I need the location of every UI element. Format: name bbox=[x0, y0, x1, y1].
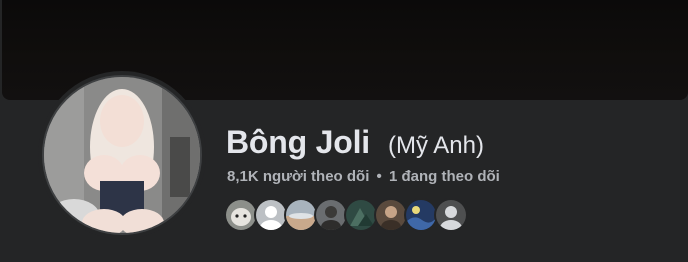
friend-avatar[interactable] bbox=[254, 198, 288, 232]
profile-name-row: Bông Joli (Mỹ Anh) bbox=[226, 124, 484, 161]
followers-link[interactable]: 8,1K người theo dõi bbox=[227, 168, 369, 185]
profile-alternate-name: (Mỹ Anh) bbox=[387, 132, 484, 159]
profile-picture-frame bbox=[38, 71, 206, 239]
friend-avatar[interactable] bbox=[374, 198, 408, 232]
following-link[interactable]: 1 đang theo dõi bbox=[389, 168, 500, 185]
friend-avatar[interactable] bbox=[344, 198, 378, 232]
friends-avatar-list bbox=[224, 198, 468, 232]
profile-picture[interactable] bbox=[42, 75, 202, 235]
stats-separator: • bbox=[376, 168, 382, 185]
cat-photo-icon bbox=[226, 200, 256, 230]
follow-stats: 8,1K người theo dõi • 1 đang theo dõi bbox=[227, 168, 500, 185]
friend-avatar[interactable] bbox=[314, 198, 348, 232]
friend-avatar[interactable] bbox=[434, 198, 468, 232]
nature-photo-icon bbox=[346, 200, 376, 230]
profile-name: Bông Joli bbox=[226, 124, 370, 160]
person-photo-icon bbox=[316, 200, 346, 230]
profile-photo-image bbox=[44, 77, 200, 233]
default-avatar-icon bbox=[436, 200, 466, 230]
person-photo-icon bbox=[376, 200, 406, 230]
friend-avatar[interactable] bbox=[284, 198, 318, 232]
default-avatar-icon bbox=[256, 200, 286, 230]
friend-avatar[interactable] bbox=[224, 198, 258, 232]
friend-avatar[interactable] bbox=[404, 198, 438, 232]
night-sky-photo-icon bbox=[406, 200, 436, 230]
profile-header: Bông Joli (Mỹ Anh) 8,1K người theo dõi •… bbox=[0, 0, 688, 262]
landscape-photo-icon bbox=[286, 200, 316, 230]
